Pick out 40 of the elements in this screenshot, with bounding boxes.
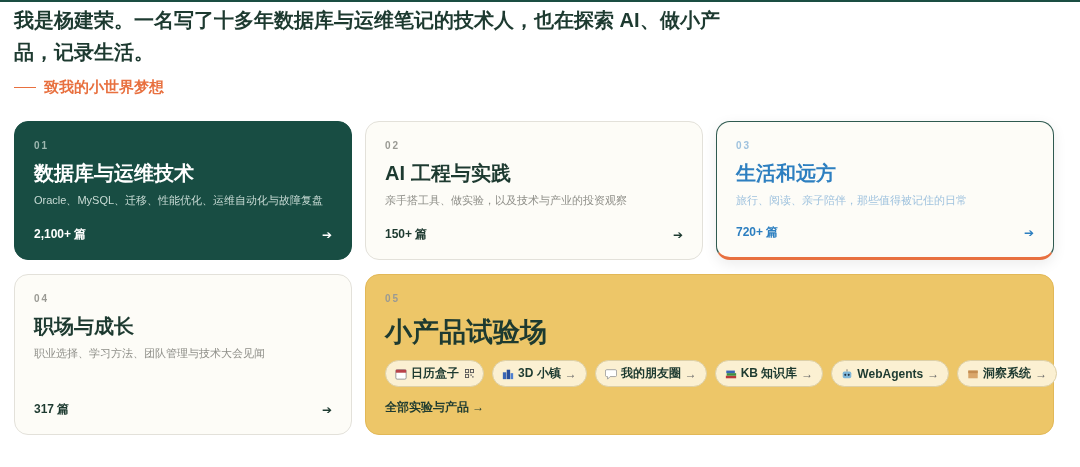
arrow-icon[interactable]: ➔ [1023,225,1034,240]
article-count: 720+ 篇 [736,224,779,241]
category-card[interactable]: 05 小产品试验场 日历盒子 3D 小镇 → 我的朋友圈 → KB 知识库 → WebAgents → 洞察系统 → 全部实验与产品 → [365,274,1054,435]
tagline: 致我的小世界梦想 [14,78,1055,97]
product-chip[interactable]: 我的朋友圈 → [594,360,707,387]
arrow-icon[interactable]: ➔ [321,227,332,242]
category-card[interactable]: 03 生活和远方 旅行、阅读、亲子陪伴，那些值得被记住的日常 720+ 篇 ➔ [716,121,1054,260]
product-chip[interactable]: 洞察系统 → [957,360,1058,387]
card-number: 05 [385,293,402,304]
card-description: 亲手搭工具、做实验，以及技术与产业的投资观察 [385,193,628,208]
article-count: 2,100+ 篇 [34,226,87,243]
card-number: 04 [34,293,51,304]
card-title: AI 工程与实践 [385,161,512,186]
product-chip[interactable]: KB 知识库 → [714,360,824,387]
product-chip[interactable]: 3D 小镇 → [492,360,587,387]
card-number: 03 [736,140,753,151]
calendar-icon [395,367,407,380]
arrow-icon[interactable]: ➔ [672,227,683,242]
card-title: 数据库与运维技术 [34,161,195,186]
category-card[interactable]: 04 职场与成长 职业选择、学习方法、团队管理与技术大会见闻 317 篇 ➔ [14,274,352,435]
card-description: 职业选择、学习方法、团队管理与技术大会见闻 [34,346,266,361]
qr-code-icon [465,369,474,378]
card-title: 职场与成长 [34,314,135,339]
card-number: 01 [34,140,51,151]
article-count: 317 篇 [34,401,70,418]
card-title: 生活和远方 [736,161,837,186]
card-number: 02 [385,140,402,151]
category-card[interactable]: 02 AI 工程与实践 亲手搭工具、做实验，以及技术与产业的投资观察 150+ 篇 ➔ [365,121,703,260]
all-products-link[interactable]: 全部实验与产品 → [385,399,485,416]
product-chip[interactable]: 日历盒子 [385,360,484,387]
card-description: 旅行、阅读、亲子陪伴，那些值得被记住的日常 [736,193,968,208]
arrow-icon[interactable]: ➔ [321,402,332,417]
article-count: 150+ 篇 [385,226,428,243]
product-chip[interactable]: WebAgents → [831,360,950,387]
category-card[interactable]: 01 数据库与运维技术 Oracle、MySQL、迁移、性能优化、运维自动化与故障复盘 2,100+ 篇 ➔ [14,121,352,260]
card-description: Oracle、MySQL、迁移、性能优化、运维自动化与故障复盘 [34,193,325,208]
buildings-icon [502,367,514,380]
card-title: 小产品试验场 [385,316,548,349]
intro-text: 我是杨建荣。一名写了十多年数据库与运维笔记的技术人，也在探索 AI、做小产品，记录生活。 [14,8,721,65]
speech-bubble-icon [604,367,617,380]
